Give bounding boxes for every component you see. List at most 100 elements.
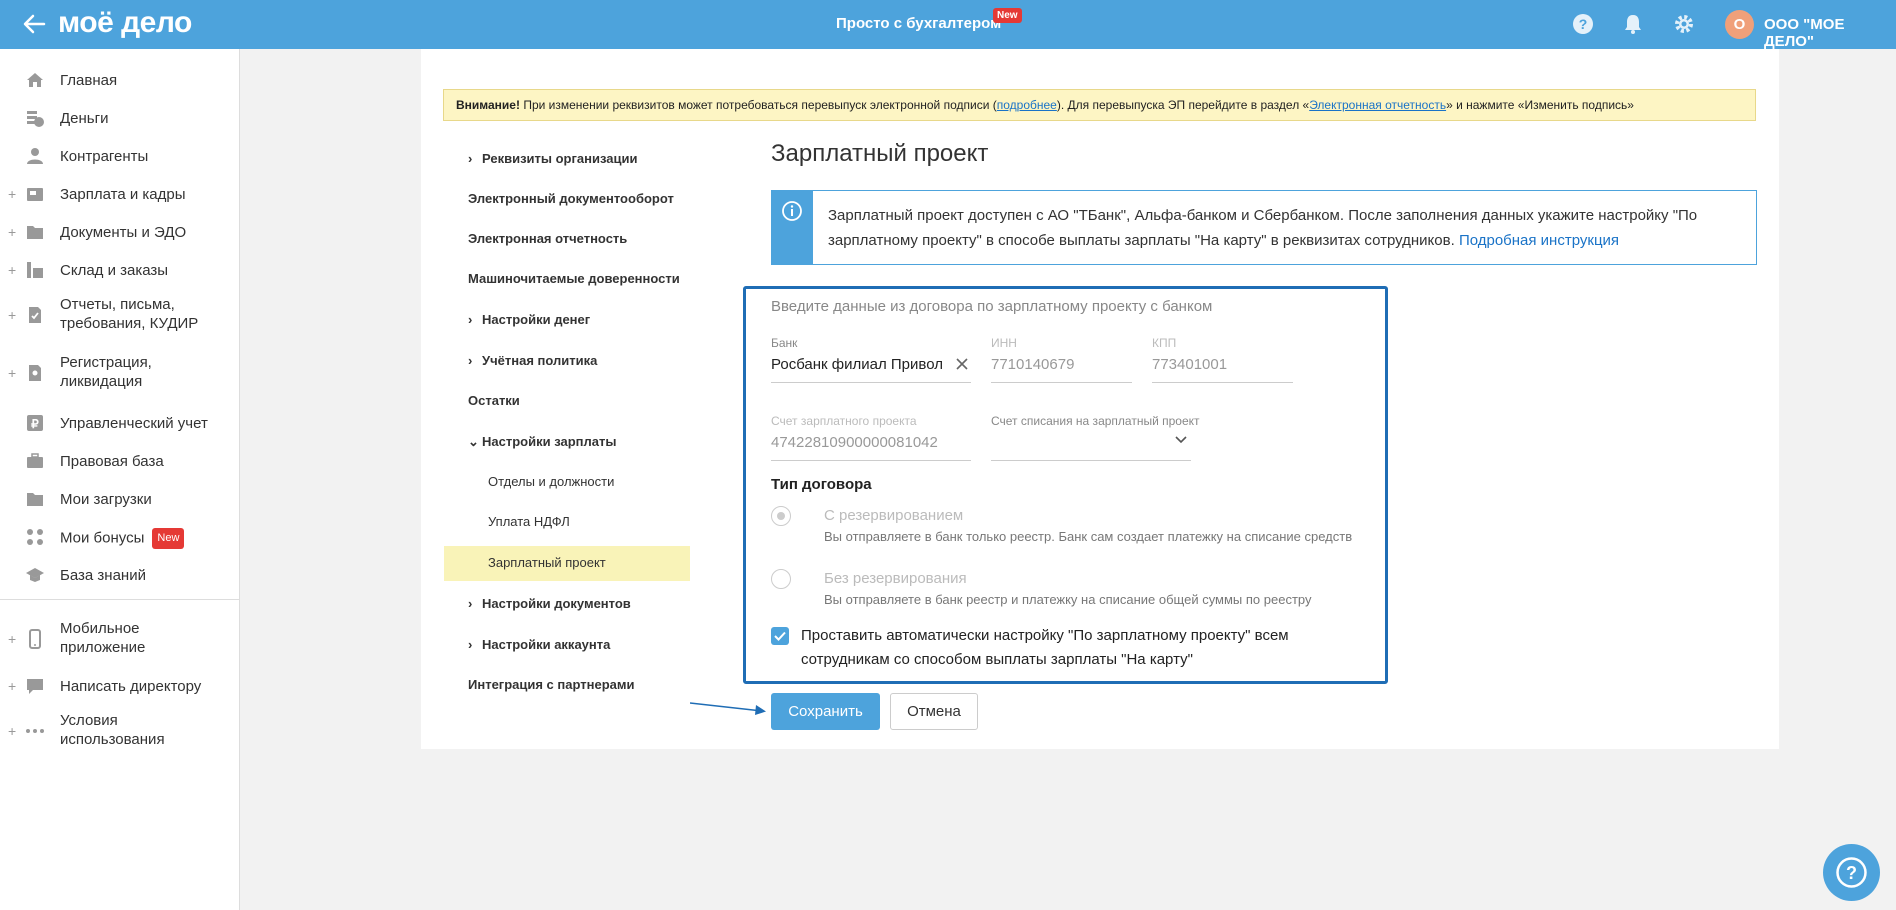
folder-icon <box>27 493 43 506</box>
menu-item-label: Настройки документов <box>482 596 631 611</box>
chevron-right-icon: › <box>468 637 473 652</box>
sidebar-item-label: Написать директору <box>60 678 202 695</box>
sidebar-item-bonuses[interactable]: Мои бонусы New <box>0 520 240 554</box>
salary-icon <box>27 188 43 201</box>
menu-item-salary-project[interactable]: Зарплатный проект <box>488 555 606 570</box>
top-header: моё дело Просто с бухгалтером New ? О ОО… <box>0 0 1896 50</box>
bank-field[interactable]: Росбанк филиал Привол <box>771 356 943 373</box>
menu-item-label: Настройки аккаунта <box>482 637 611 652</box>
warning-text: При изменении реквизитов может потребова… <box>519 98 997 112</box>
mobile-icon <box>29 629 41 649</box>
report-icon <box>29 307 41 323</box>
menu-item-integration[interactable]: Интеграция с партнерами <box>468 677 634 692</box>
pointer-arrow-icon <box>690 702 766 715</box>
sidebar-item-money[interactable]: Деньги <box>0 101 240 135</box>
menu-item-money-settings[interactable]: › Настройки денег <box>468 312 590 327</box>
sidebar-item-registration[interactable]: + Регистрация, ликвидация <box>0 349 240 397</box>
help-chat-button[interactable]: ? <box>1823 844 1880 901</box>
warning-link-more[interactable]: подробнее <box>997 98 1057 112</box>
sidebar-item-management[interactable]: ₽ Управленческий учет <box>0 406 240 440</box>
expand-plus-icon[interactable]: + <box>8 723 16 739</box>
menu-item-departments[interactable]: Отделы и должности <box>488 474 614 489</box>
cancel-button[interactable]: Отмена <box>890 693 978 730</box>
sidebar-item-knowledge[interactable]: База знаний <box>0 558 240 592</box>
briefcase-icon <box>27 453 43 468</box>
auto-setting-checkbox[interactable] <box>771 627 789 645</box>
clear-icon[interactable] <box>954 356 970 372</box>
menu-item-label: Реквизиты организации <box>482 151 638 166</box>
auto-setting-label[interactable]: Проставить автоматически настройку "По з… <box>801 624 1361 672</box>
menu-item-accounting-policy[interactable]: › Учётная политика <box>468 353 597 368</box>
sidebar-item-label: Деньги <box>60 110 109 127</box>
help-icon[interactable]: ? <box>1572 13 1594 35</box>
form-hint: Введите данные из договора по зарплатном… <box>771 298 1213 315</box>
info-bar <box>772 191 813 264</box>
sidebar-item-reports[interactable]: + Отчеты, письма, требования, КУДИР <box>0 291 240 339</box>
menu-item-doc-settings[interactable]: › Настройки документов <box>468 596 631 611</box>
expand-plus-icon[interactable]: + <box>8 186 16 202</box>
svg-text:?: ? <box>1579 16 1588 32</box>
org-avatar[interactable]: О <box>1725 10 1754 39</box>
sidebar-item-mobile[interactable]: + Мобильное приложение <box>0 615 240 663</box>
sidebar-item-label-text: Мои бонусы <box>60 529 145 547</box>
sidebar-item-documents[interactable]: + Документы и ЭДО <box>0 215 240 249</box>
menu-item-ndfl[interactable]: Уплата НДФЛ <box>488 514 570 529</box>
sidebar: Главная Деньги Контрагенты + Зарплата и … <box>0 49 240 910</box>
money-icon <box>27 111 44 127</box>
sidebar-divider <box>0 599 240 600</box>
menu-item-org-details[interactable]: › Реквизиты организации <box>468 151 637 166</box>
expand-plus-icon[interactable]: + <box>8 307 16 323</box>
expand-plus-icon[interactable]: + <box>8 224 16 240</box>
sidebar-item-downloads[interactable]: Мои загрузки <box>0 482 240 516</box>
sidebar-item-label: Мои бонусы New <box>60 528 185 549</box>
sidebar-item-label: Склад и заказы <box>60 262 169 279</box>
chevron-right-icon: › <box>468 151 473 166</box>
expand-plus-icon[interactable]: + <box>8 262 16 278</box>
org-name[interactable]: ООО "МОЕ ДЕЛО" <box>1764 16 1896 50</box>
account-underline <box>771 460 971 461</box>
radio-without-reservation[interactable] <box>771 569 791 589</box>
chevron-right-icon: › <box>468 312 473 327</box>
sidebar-item-write-director[interactable]: + Написать директору <box>0 669 240 703</box>
promo-title[interactable]: Просто с бухгалтером <box>836 15 1001 32</box>
dots-icon <box>26 729 44 733</box>
radio-with-reservation-title: С резервированием <box>824 507 964 524</box>
menu-item-salary-settings[interactable]: ⌄ Настройки зарплаты <box>468 434 616 450</box>
kpp-label: КПП <box>1152 336 1177 350</box>
expand-plus-icon[interactable]: + <box>8 365 16 381</box>
inn-label: ИНН <box>991 336 1017 350</box>
warning-link-reporting[interactable]: Электронная отчетность <box>1309 98 1446 112</box>
gear-icon[interactable] <box>1673 13 1695 35</box>
ruble-icon: ₽ <box>27 415 43 431</box>
info-box: Зарплатный проект доступен с АО "ТБанк",… <box>771 190 1757 265</box>
sidebar-item-terms[interactable]: + Условия использования <box>0 707 240 755</box>
sidebar-item-legal[interactable]: Правовая база <box>0 444 240 478</box>
warehouse-icon <box>27 262 43 278</box>
inn-underline <box>991 382 1132 383</box>
bank-underline <box>771 382 971 383</box>
contacts-icon <box>27 148 43 164</box>
bell-icon[interactable] <box>1622 13 1644 35</box>
instruction-link[interactable]: Подробная инструкция <box>1459 232 1619 249</box>
warning-bold: Внимание! <box>456 98 520 112</box>
app-logo[interactable]: моё дело <box>58 6 192 40</box>
menu-item-balances[interactable]: Остатки <box>468 393 520 408</box>
sidebar-item-home[interactable]: Главная <box>0 63 240 97</box>
expand-plus-icon[interactable]: + <box>8 631 16 647</box>
sidebar-item-salary[interactable]: + Зарплата и кадры <box>0 177 240 211</box>
checkmark-icon <box>774 631 786 641</box>
sidebar-item-contractors[interactable]: Контрагенты <box>0 139 240 173</box>
back-arrow-icon[interactable] <box>20 10 48 38</box>
menu-item-account-settings[interactable]: › Настройки аккаунта <box>468 637 610 652</box>
menu-item-e-reporting[interactable]: Электронная отчетность <box>468 231 627 246</box>
account-field: 47422810900000081042 <box>771 434 938 451</box>
sidebar-item-warehouse[interactable]: + Склад и заказы <box>0 253 240 287</box>
expand-plus-icon[interactable]: + <box>8 678 16 694</box>
menu-item-poa[interactable]: Машиночитаемые доверенности <box>468 271 680 286</box>
radio-with-reservation[interactable] <box>771 506 791 526</box>
chevron-down-icon[interactable] <box>1175 436 1187 444</box>
menu-item-edo[interactable]: Электронный документооборот <box>468 191 674 206</box>
radio-dot <box>777 512 785 520</box>
contract-type-title: Тип договора <box>771 476 872 493</box>
save-button[interactable]: Сохранить <box>771 693 880 730</box>
